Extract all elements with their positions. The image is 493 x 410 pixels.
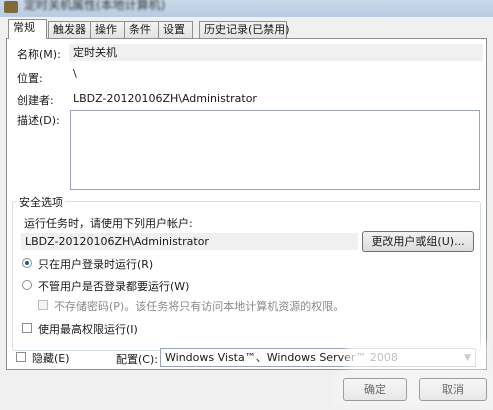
general-tab-panel: 名称(M): 定时关机 位置: \ 创建者: LBDZ-20120106ZH\A…	[6, 38, 487, 370]
blurred-overlay-buttons	[336, 372, 493, 406]
tab-actions[interactable]: 操作	[90, 21, 125, 38]
configure-label: 配置(C):	[116, 353, 158, 366]
checkbox-run-highest-privileges[interactable]	[22, 323, 32, 333]
tab-triggers[interactable]: 触发器	[48, 21, 91, 38]
whether-logged-on-label[interactable]: 不管用户是否登录都要运行(W)	[38, 278, 189, 294]
location-label: 位置:	[17, 72, 43, 85]
security-options-title: 安全选项	[17, 194, 65, 210]
checkbox-do-not-store-password	[38, 300, 48, 310]
do-not-store-password-label: 不存储密码(P)。该任务将只有访问本地计算机资源的权限。	[54, 300, 345, 313]
tab-settings[interactable]: 设置	[158, 21, 193, 38]
logged-on-only-label[interactable]: 只在用户登录时运行(R)	[38, 256, 153, 272]
description-textarea[interactable]	[70, 110, 480, 190]
radio-logged-on-only[interactable]	[22, 258, 32, 268]
user-account-field: LBDZ-20120106ZH\Administrator	[21, 233, 358, 250]
location-value: \	[73, 67, 77, 80]
window-title: 定时关机属性(本地计算机)	[24, 0, 166, 12]
tab-general[interactable]: 常规	[8, 19, 47, 39]
change-user-button[interactable]: 更改用户或组(U)...	[362, 231, 474, 252]
run-as-prompt: 运行任务时，请使用下列用户帐户:	[24, 217, 193, 230]
name-field[interactable]: 定时关机	[69, 44, 483, 61]
author-value: LBDZ-20120106ZH\Administrator	[73, 92, 257, 105]
author-label: 创建者:	[17, 94, 54, 107]
description-label: 描述(D):	[17, 114, 60, 127]
radio-whether-logged-on[interactable]	[22, 280, 32, 290]
hidden-label[interactable]: 隐藏(E)	[32, 350, 70, 366]
tab-history[interactable]: 历史记录(已禁用)	[199, 21, 290, 38]
blurred-overlay	[347, 342, 487, 370]
checkbox-hidden[interactable]	[16, 352, 26, 362]
title-bar: 定时关机属性(本地计算机)	[0, 0, 493, 17]
task-icon	[4, 1, 18, 13]
run-highest-privileges-label[interactable]: 使用最高权限运行(I)	[38, 321, 138, 337]
tab-conditions[interactable]: 条件	[124, 21, 159, 38]
name-label: 名称(M):	[17, 48, 61, 61]
